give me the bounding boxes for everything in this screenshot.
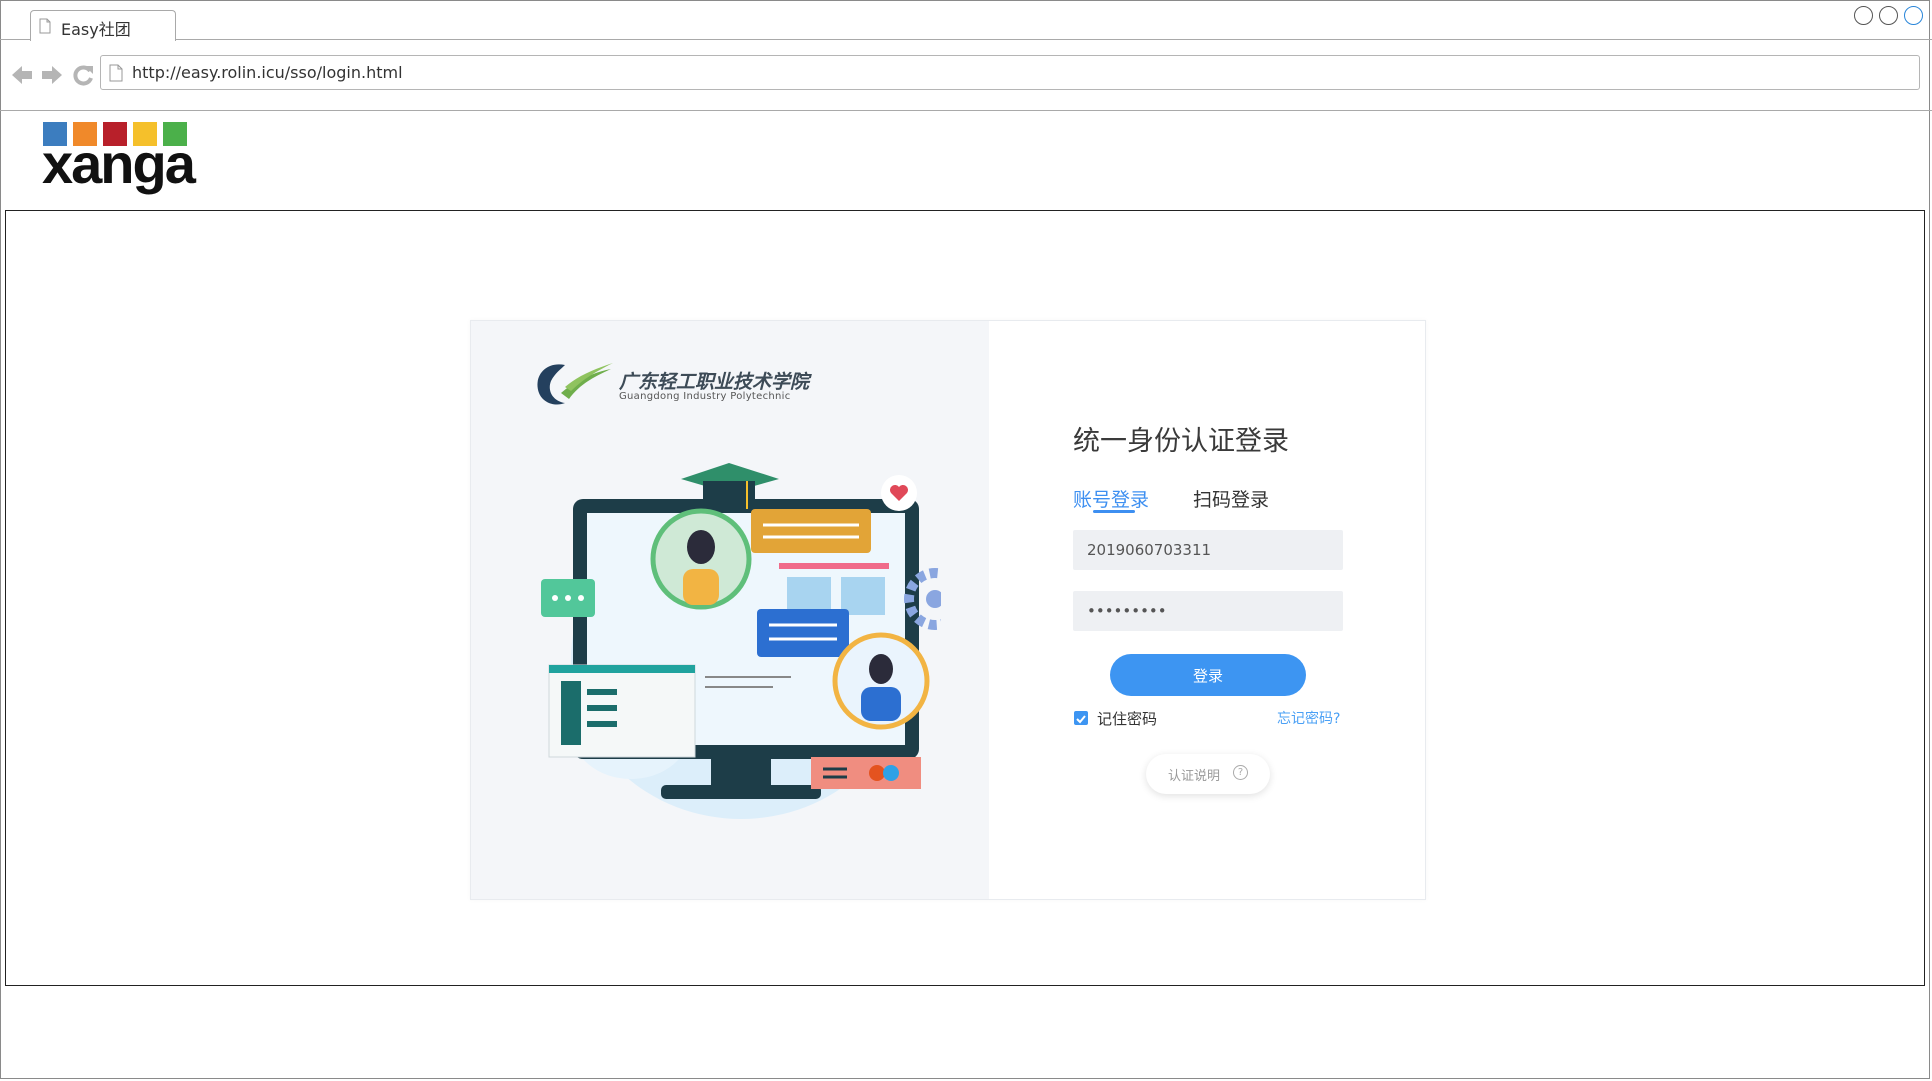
illustration-panel: 广东轻工职业技术学院 Guangdong Industry Polytechni… [471,321,989,899]
auth-info-button[interactable]: 认证说明 ? [1146,754,1270,794]
checkmark-icon [1076,715,1086,724]
online-learning-illustration [541,463,941,819]
forward-arrow-icon[interactable] [40,62,64,88]
remember-password-label[interactable]: 记住密码 [1097,708,1157,729]
school-name-cn: 广东轻工职业技术学院 [619,371,810,393]
active-tab-indicator [1093,510,1135,513]
tab-qrcode-login[interactable]: 扫码登录 [1193,485,1269,512]
login-title: 统一身份认证登录 [1073,426,1289,457]
minimize-button[interactable] [1854,6,1873,25]
site-logo[interactable]: xanga [42,136,196,192]
forgot-password-link[interactable]: 忘记密码? [1277,708,1340,728]
maximize-button[interactable] [1879,6,1898,25]
remember-password-checkbox[interactable] [1074,711,1088,725]
auth-info-label: 认证说明 [1168,769,1221,784]
question-mark-icon: ? [1233,765,1248,780]
school-name-en: Guangdong Industry Polytechnic [619,391,791,402]
school-logo-icon [537,363,613,405]
browser-tab-bar: Easy社团 [0,0,1932,41]
tab-account-login[interactable]: 账号登录 [1073,485,1149,512]
login-button[interactable]: 登录 [1110,654,1306,696]
page-icon [39,18,51,34]
close-button[interactable] [1904,6,1923,25]
password-input[interactable] [1073,591,1343,631]
username-input[interactable] [1073,530,1343,570]
browser-tab[interactable]: Easy社团 [30,10,176,41]
page-icon [109,64,123,82]
login-card: 广东轻工职业技术学院 Guangdong Industry Polytechni… [470,320,1426,900]
address-bar[interactable]: http://easy.rolin.icu/sso/login.html [100,55,1920,90]
reload-icon[interactable] [71,62,95,88]
url-text: http://easy.rolin.icu/sso/login.html [132,63,403,82]
browser-toolbar: http://easy.rolin.icu/sso/login.html [0,40,1932,111]
tab-title: Easy社团 [61,20,131,39]
back-arrow-icon[interactable] [10,62,34,88]
